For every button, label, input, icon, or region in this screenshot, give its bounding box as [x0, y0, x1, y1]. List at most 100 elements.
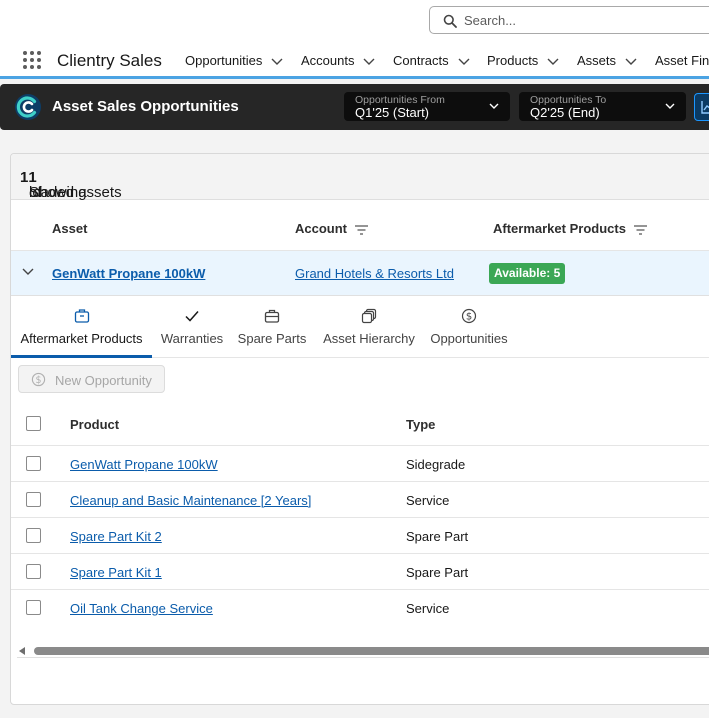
- table-row: Oil Tank Change Service Service: [11, 590, 709, 626]
- products-header-row: Product Type: [11, 402, 709, 446]
- assets-table-header: Asset Account Aftermarket Products: [11, 207, 709, 251]
- active-tab-indicator: [11, 355, 152, 358]
- row-checkbox[interactable]: [26, 528, 41, 543]
- chevron-down-icon[interactable]: [547, 58, 559, 66]
- tab-label: Asset Hierarchy: [323, 331, 415, 346]
- svg-text:$: $: [466, 312, 472, 323]
- tab-label: Spare Parts: [237, 331, 307, 346]
- nav-item-accounts[interactable]: Accounts: [301, 53, 375, 68]
- column-header-asset[interactable]: Asset: [52, 221, 87, 236]
- tab-aftermarket-products[interactable]: Aftermarket Products: [11, 296, 152, 358]
- column-header-account[interactable]: Account: [295, 221, 368, 236]
- product-link[interactable]: Spare Part Kit 2: [70, 529, 162, 544]
- nav-item-products[interactable]: Products: [487, 53, 559, 68]
- check-icon: [185, 311, 199, 322]
- table-row: GenWatt Propane 100kW Sidegrade: [11, 446, 709, 482]
- table-row: Spare Part Kit 1 Spare Part: [11, 554, 709, 590]
- detail-tabs: Aftermarket Products Warranties Spare Pa…: [11, 296, 709, 358]
- filter-icon[interactable]: [355, 224, 368, 235]
- filter-icon[interactable]: [633, 224, 647, 235]
- product-link[interactable]: Cleanup and Basic Maintenance [2 Years]: [70, 493, 311, 508]
- asset-row[interactable]: GenWatt Propane 100kW Grand Hotels & Res…: [11, 251, 709, 296]
- tab-label: Warranties: [160, 331, 224, 346]
- nav-item-label: Opportunities: [185, 53, 263, 68]
- row-checkbox[interactable]: [26, 564, 41, 579]
- scrollbar-divider: [17, 657, 709, 658]
- row-checkbox[interactable]: [26, 492, 41, 507]
- scroll-left-icon[interactable]: [19, 647, 25, 655]
- tab-opportunities[interactable]: $ Opportunities: [429, 296, 509, 357]
- from-value: Q1'25 (Start): [355, 105, 430, 120]
- horizontal-scrollbar[interactable]: [17, 644, 709, 658]
- chevron-down-icon[interactable]: [22, 268, 34, 276]
- nav-item-assets[interactable]: Assets: [577, 53, 637, 68]
- chart-icon: [701, 101, 709, 114]
- new-opportunity-label: New Opportunity: [55, 373, 152, 388]
- dollar-icon: $: [461, 308, 477, 324]
- table-row: Spare Part Kit 2 Spare Part: [11, 518, 709, 554]
- opportunities-from-select[interactable]: Opportunities From Q1'25 (Start): [344, 92, 510, 121]
- nav-item-contracts[interactable]: Contracts: [393, 53, 470, 68]
- chart-button[interactable]: [694, 93, 709, 121]
- product-link[interactable]: Oil Tank Change Service: [70, 601, 213, 616]
- hierarchy-icon: [361, 308, 377, 324]
- summary-suffix: loaded assets: [29, 184, 122, 201]
- column-header-type[interactable]: Type: [406, 417, 435, 432]
- select-all-checkbox[interactable]: [26, 416, 41, 431]
- product-link[interactable]: Spare Part Kit 1: [70, 565, 162, 580]
- nav-active-bar: [0, 76, 709, 79]
- nav-item-label: Assets: [577, 53, 617, 68]
- chevron-down-icon[interactable]: [458, 58, 470, 66]
- box-icon: [74, 309, 89, 323]
- search-placeholder: Search...: [464, 13, 517, 28]
- tab-label: Opportunities: [430, 331, 508, 346]
- chevron-down-icon: [665, 103, 675, 109]
- search-input[interactable]: Search...: [429, 6, 709, 34]
- svg-text:$: $: [36, 375, 42, 386]
- nav-item-label: Asset Finde: [655, 53, 709, 68]
- tab-label: Aftermarket Products: [20, 331, 143, 346]
- column-header-product[interactable]: Product: [70, 417, 119, 432]
- nav-item-opportunities[interactable]: Opportunities: [185, 53, 283, 68]
- product-type: Service: [406, 493, 450, 508]
- scrollbar-thumb[interactable]: [34, 647, 709, 655]
- table-row: Cleanup and Basic Maintenance [2 Years] …: [11, 482, 709, 518]
- row-checkbox[interactable]: [26, 456, 41, 471]
- column-label: Account: [295, 221, 347, 236]
- chevron-down-icon[interactable]: [271, 58, 283, 66]
- asset-link[interactable]: GenWatt Propane 100kW: [52, 266, 205, 281]
- page-header: Asset Sales Opportunities Opportunities …: [0, 84, 709, 130]
- app-name: Clientry Sales: [57, 51, 162, 70]
- nav-item-label: Accounts: [301, 53, 355, 68]
- to-value: Q2'25 (End): [530, 105, 600, 120]
- product-type: Service: [406, 601, 450, 616]
- new-opportunity-button[interactable]: $ New Opportunity: [18, 365, 165, 393]
- app-logo-icon: [15, 94, 41, 120]
- app-launcher-icon[interactable]: [23, 51, 41, 69]
- account-link[interactable]: Grand Hotels & Resorts Ltd: [295, 266, 454, 281]
- summary-text: Showing 1 of 1 loaded assets: [20, 169, 122, 201]
- tab-warranties[interactable]: Warranties: [157, 296, 227, 357]
- briefcase-icon: [264, 309, 280, 323]
- nav-item-label: Contracts: [393, 53, 449, 68]
- tab-asset-hierarchy[interactable]: Asset Hierarchy: [319, 296, 419, 357]
- chevron-down-icon[interactable]: [625, 58, 637, 66]
- dollar-icon: $: [31, 372, 46, 387]
- product-type: Spare Part: [406, 529, 469, 544]
- nav-item-asset-finder[interactable]: Asset Finde: [655, 53, 709, 68]
- nav-item-label: Products: [487, 53, 539, 68]
- global-header: Search...: [0, 0, 709, 44]
- assets-card: Showing 1 of 1 loaded assets Asset Accou…: [10, 153, 709, 705]
- opportunities-to-select[interactable]: Opportunities To Q2'25 (End): [519, 92, 686, 121]
- product-type: Sidegrade: [406, 457, 466, 472]
- chevron-down-icon: [489, 103, 499, 109]
- product-link[interactable]: GenWatt Propane 100kW: [70, 457, 218, 472]
- column-header-aftermarket[interactable]: Aftermarket Products: [493, 221, 647, 236]
- navigation-bar: Clientry Sales Opportunities Accounts Co…: [0, 44, 709, 79]
- page-title: Asset Sales Opportunities: [52, 98, 239, 115]
- chevron-down-icon[interactable]: [363, 58, 375, 66]
- row-checkbox[interactable]: [26, 600, 41, 615]
- tab-spare-parts[interactable]: Spare Parts: [237, 296, 307, 357]
- product-type: Spare Part: [406, 565, 469, 580]
- search-icon: [443, 14, 457, 28]
